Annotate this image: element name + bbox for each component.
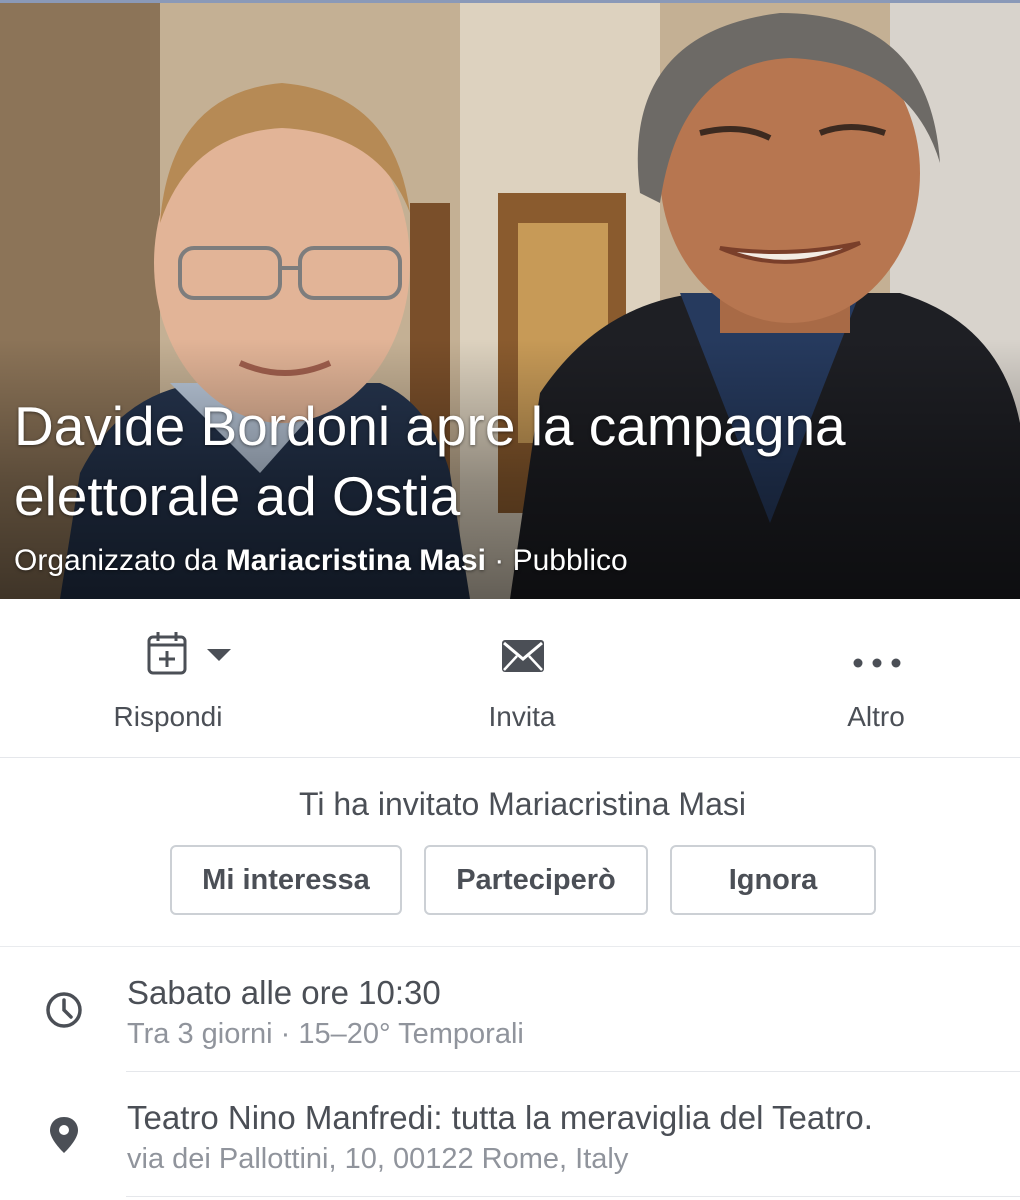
respond-action[interactable]: Rispondi — [20, 599, 320, 757]
organizer-prefix: Organizzato da — [14, 544, 218, 577]
ignore-button[interactable]: Ignora — [670, 845, 876, 915]
event-time-row[interactable]: Sabato alle ore 10:30 Tra 3 giorni · 15–… — [0, 948, 1020, 1072]
respond-label: Rispondi — [113, 701, 223, 732]
event-action-bar: Rispondi Invita Altro — [0, 599, 1020, 758]
more-label: Altro — [847, 701, 905, 732]
going-button[interactable]: Parteciperò — [424, 845, 648, 915]
more-icon-wrap — [726, 631, 1020, 679]
privacy-label: Pubblico — [512, 544, 628, 577]
clock-icon — [46, 992, 82, 1028]
organizer-name-link[interactable]: Mariacristina Masi — [226, 544, 486, 577]
calendar-add-icon — [147, 632, 231, 675]
venue-address: via dei Pallottini, 10, 00122 Rome, Ital… — [127, 1143, 629, 1175]
envelope-icon — [502, 640, 544, 672]
invited-by-text: Ti ha invitato Mariacristina Masi — [299, 786, 746, 822]
respond-icon-wrap — [20, 631, 320, 679]
organizer-line: Organizzato da Mariacristina Masi · Pubb… — [14, 541, 628, 581]
chevron-down-icon — [207, 649, 231, 661]
invite-action[interactable]: Invita — [372, 599, 672, 757]
venue-name: Teatro Nino Manfredi: tutta la meravigli… — [127, 1099, 873, 1136]
interested-button[interactable]: Mi interessa — [170, 845, 402, 915]
invite-icon-wrap — [372, 631, 672, 679]
more-action[interactable]: Altro — [726, 599, 1020, 757]
invitation-section: Ti ha invitato Mariacristina Masi Mi int… — [0, 758, 1020, 947]
bottom-divider — [126, 1196, 1020, 1197]
more-dots-icon — [853, 658, 901, 668]
event-cover-photo[interactable]: Davide Bordoni apre la campagna elettora… — [0, 3, 1020, 599]
event-title: Davide Bordoni apre la campagna elettora… — [14, 395, 846, 527]
invite-label: Invita — [488, 701, 556, 732]
event-location-row[interactable]: Teatro Nino Manfredi: tutta la meravigli… — [0, 1073, 1020, 1197]
row-divider — [126, 1071, 1020, 1072]
event-date-time: Sabato alle ore 10:30 — [127, 974, 441, 1011]
separator-dot: · — [494, 544, 505, 577]
event-time-subtext: Tra 3 giorni · 15–20° Temporali — [127, 1018, 524, 1050]
location-pin-icon — [50, 1117, 78, 1153]
